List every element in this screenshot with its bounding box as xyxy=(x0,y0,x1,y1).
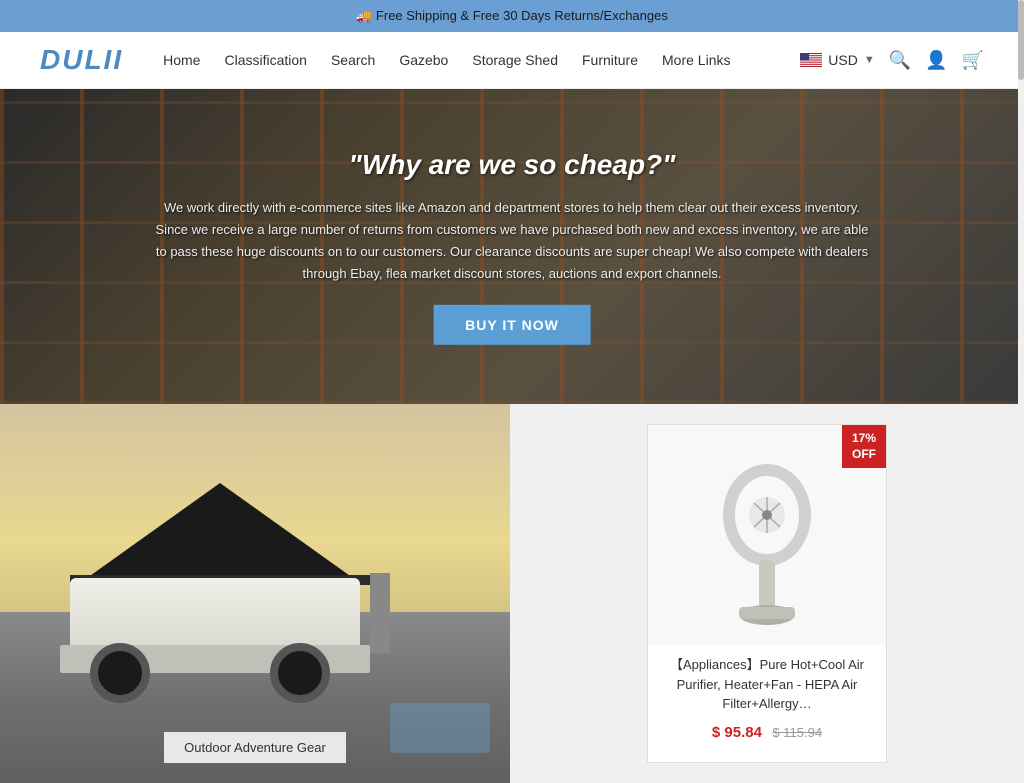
currency-dropdown-arrow: ▼ xyxy=(864,54,875,66)
car-body-main xyxy=(70,578,360,653)
cart-button[interactable]: 🛒 xyxy=(962,50,984,71)
search-button[interactable]: 🔍 xyxy=(889,50,911,71)
header: DULII Home Classification Search Gazebo … xyxy=(0,32,1024,89)
main-nav: Home Classification Search Gazebo Storag… xyxy=(163,52,800,68)
account-button[interactable]: 👤 xyxy=(925,50,947,71)
currency-selector[interactable]: USD ▼ xyxy=(800,52,874,68)
announcement-text: 🚚 Free Shipping & Free 30 Days Returns/E… xyxy=(356,8,668,23)
right-products-area: 17% OFF xyxy=(510,404,1024,783)
nav-gazebo[interactable]: Gazebo xyxy=(399,52,448,68)
discount-badge: 17% OFF xyxy=(842,425,886,468)
nav-storage-shed[interactable]: Storage Shed xyxy=(472,52,558,68)
product-price: $ 95.84 $ 115.94 xyxy=(648,720,886,746)
currency-code: USD xyxy=(828,52,858,68)
nav-furniture[interactable]: Furniture xyxy=(582,52,638,68)
promo-label: Outdoor Adventure Gear xyxy=(164,732,346,763)
promo-overlay: Outdoor Adventure Gear xyxy=(0,732,510,763)
product-name: 【Appliances】Pure Hot+Cool Air Purifier, … xyxy=(648,645,886,720)
wheel-right-icon xyxy=(270,643,330,703)
nav-classification[interactable]: Classification xyxy=(224,52,306,68)
header-right: USD ▼ 🔍 👤 🛒 xyxy=(800,50,984,71)
nav-search[interactable]: Search xyxy=(331,52,375,68)
announcement-bar: 🚚 Free Shipping & Free 30 Days Returns/E… xyxy=(0,0,1024,32)
scrollbar-thumb[interactable] xyxy=(1018,0,1024,80)
wheel-left-icon xyxy=(90,643,150,703)
hero-content: "Why are we so cheap?" We work directly … xyxy=(154,148,871,344)
product-image-svg xyxy=(707,435,827,635)
product-card[interactable]: 17% OFF xyxy=(647,424,887,763)
scrollbar-track[interactable] xyxy=(1018,0,1024,768)
nav-home[interactable]: Home xyxy=(163,52,200,68)
hero-description: We work directly with e-commerce sites l… xyxy=(154,196,871,284)
hero-title: "Why are we so cheap?" xyxy=(154,148,871,180)
price-current: $ 95.84 xyxy=(712,724,762,741)
bottom-section: Outdoor Adventure Gear 17% OFF xyxy=(0,404,1024,783)
logo[interactable]: DULII xyxy=(40,44,123,76)
badge-off: OFF xyxy=(850,447,878,463)
badge-percent: 17% xyxy=(850,431,878,447)
hero-cta-button[interactable]: BUY IT NOW xyxy=(433,305,591,345)
price-original: $ 115.94 xyxy=(772,725,822,740)
promo-banner[interactable]: Outdoor Adventure Gear xyxy=(0,404,510,783)
hero-banner: "Why are we so cheap?" We work directly … xyxy=(0,89,1024,404)
car-scene xyxy=(60,563,380,703)
ladder-icon xyxy=(370,573,390,653)
us-flag-icon xyxy=(800,53,822,67)
nav-more-links[interactable]: More Links xyxy=(662,52,730,68)
tent-icon xyxy=(80,483,360,583)
